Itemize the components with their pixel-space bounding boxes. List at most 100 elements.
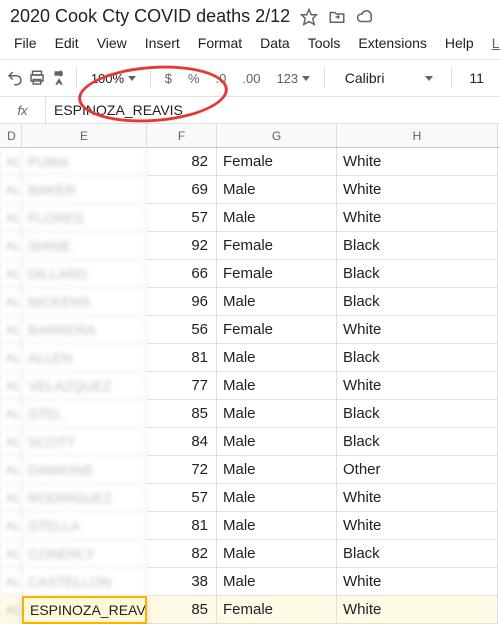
font-select[interactable]: Calibri bbox=[333, 66, 443, 90]
formula-input[interactable] bbox=[46, 102, 500, 118]
table-row[interactable]: ALCONERLY82MaleBlack bbox=[0, 540, 500, 568]
cell-col-e[interactable]: CONERLY bbox=[22, 540, 147, 568]
table-row[interactable]: ALSTEL85MaleBlack bbox=[0, 400, 500, 428]
cell-col-h[interactable]: White bbox=[337, 176, 498, 204]
col-header-H[interactable]: H bbox=[337, 124, 498, 147]
doc-title[interactable]: 2020 Cook Cty COVID deaths 2/12 bbox=[10, 6, 290, 27]
cell-col-g[interactable]: Male bbox=[217, 400, 337, 428]
cell-col-e[interactable]: DAWKINS bbox=[22, 456, 147, 484]
cell-col-d[interactable]: AL bbox=[2, 568, 22, 596]
more-formats[interactable]: 123 bbox=[270, 66, 316, 90]
cell-col-h[interactable]: White bbox=[337, 204, 498, 232]
cell-col-h[interactable]: White bbox=[337, 484, 498, 512]
table-row[interactable]: ALBAKER69MaleWhite bbox=[0, 176, 500, 204]
cell-col-d[interactable]: AL bbox=[2, 260, 22, 288]
table-row[interactable]: ALDAWKINS72MaleOther bbox=[0, 456, 500, 484]
undo-icon[interactable] bbox=[6, 64, 24, 92]
cell-col-e[interactable]: SHINE bbox=[22, 232, 147, 260]
cloud-icon[interactable] bbox=[356, 8, 374, 26]
cell-col-f[interactable]: 81 bbox=[147, 344, 217, 372]
cell-col-d[interactable]: AL bbox=[2, 316, 22, 344]
table-row[interactable]: ALCASTELLON38MaleWhite bbox=[0, 568, 500, 596]
cell-col-e[interactable]: SCOTT bbox=[22, 428, 147, 456]
cell-col-g[interactable]: Male bbox=[217, 204, 337, 232]
cell-col-g[interactable]: Male bbox=[217, 540, 337, 568]
cell-col-f[interactable]: 82 bbox=[147, 540, 217, 568]
cell-col-f[interactable]: 77 bbox=[147, 372, 217, 400]
cell-col-g[interactable]: Male bbox=[217, 176, 337, 204]
cell-col-g[interactable]: Male bbox=[217, 372, 337, 400]
fx-toggle-icon[interactable]: fx bbox=[0, 97, 46, 123]
cell-col-f[interactable]: 96 bbox=[147, 288, 217, 316]
cell-col-f[interactable]: 82 bbox=[147, 148, 217, 176]
cell-col-d[interactable]: AL bbox=[2, 428, 22, 456]
paint-format-icon[interactable] bbox=[50, 64, 68, 92]
cell-col-h[interactable]: White bbox=[337, 372, 498, 400]
cell-col-e[interactable]: FLORES bbox=[22, 204, 147, 232]
menu-data[interactable]: Data bbox=[252, 31, 298, 55]
cell-col-g[interactable]: Male bbox=[217, 428, 337, 456]
table-row[interactable]: ALBARRERA56FemaleWhite bbox=[0, 316, 500, 344]
table-row[interactable]: ALVELAZQUEZ77MaleWhite bbox=[0, 372, 500, 400]
menu-last-edit[interactable]: Las bbox=[484, 31, 500, 55]
cell-col-g[interactable]: Male bbox=[217, 344, 337, 372]
cell-col-d[interactable]: AL bbox=[2, 288, 22, 316]
menu-view[interactable]: View bbox=[89, 31, 135, 55]
cell-col-g[interactable]: Female bbox=[217, 316, 337, 344]
zoom-select[interactable]: 100% bbox=[85, 66, 142, 90]
cell-col-f[interactable]: 72 bbox=[147, 456, 217, 484]
cell-col-h[interactable]: Black bbox=[337, 400, 498, 428]
cell-col-d[interactable]: AL bbox=[2, 372, 22, 400]
move-folder-icon[interactable] bbox=[328, 8, 346, 26]
cell-col-f[interactable]: 69 bbox=[147, 176, 217, 204]
cell-col-f[interactable]: 66 bbox=[147, 260, 217, 288]
table-row[interactable]: ALESPINOZA_REAV85FemaleWhite bbox=[0, 596, 500, 624]
decrease-decimal[interactable]: .0 bbox=[210, 71, 233, 86]
cell-col-h[interactable]: Black bbox=[337, 540, 498, 568]
cell-col-h[interactable]: Black bbox=[337, 428, 498, 456]
cell-col-g[interactable]: Female bbox=[217, 260, 337, 288]
font-size[interactable]: 11 bbox=[459, 70, 494, 86]
cell-col-d[interactable]: AL bbox=[2, 344, 22, 372]
cell-col-f[interactable]: 85 bbox=[147, 596, 217, 624]
cell-col-h[interactable]: White bbox=[337, 148, 498, 176]
cell-col-d[interactable]: AL bbox=[2, 176, 22, 204]
cell-col-e[interactable]: CASTELLON bbox=[22, 568, 147, 596]
cell-col-d[interactable]: AL bbox=[2, 596, 22, 624]
table-row[interactable]: ALSHINE92FemaleBlack bbox=[0, 232, 500, 260]
cell-col-f[interactable]: 38 bbox=[147, 568, 217, 596]
spreadsheet-grid[interactable]: ALPUMA82FemaleWhiteALBAKER69MaleWhiteALF… bbox=[0, 148, 500, 624]
cell-col-h[interactable]: Other bbox=[337, 456, 498, 484]
col-header-D[interactable]: D bbox=[2, 124, 22, 147]
cell-col-g[interactable]: Male bbox=[217, 568, 337, 596]
menu-insert[interactable]: Insert bbox=[137, 31, 188, 55]
cell-col-f[interactable]: 56 bbox=[147, 316, 217, 344]
table-row[interactable]: ALSCOTT84MaleBlack bbox=[0, 428, 500, 456]
format-currency[interactable]: $ bbox=[159, 71, 178, 86]
cell-col-e[interactable]: PUMA bbox=[22, 148, 147, 176]
cell-col-d[interactable]: AL bbox=[2, 232, 22, 260]
col-header-G[interactable]: G bbox=[217, 124, 337, 147]
table-row[interactable]: ALSTELLA81MaleWhite bbox=[0, 512, 500, 540]
cell-col-g[interactable]: Male bbox=[217, 288, 337, 316]
menu-edit[interactable]: Edit bbox=[47, 31, 87, 55]
cell-col-d[interactable]: AL bbox=[2, 400, 22, 428]
cell-col-e[interactable]: DILLARD bbox=[22, 260, 147, 288]
cell-col-g[interactable]: Male bbox=[217, 484, 337, 512]
cell-col-g[interactable]: Female bbox=[217, 148, 337, 176]
table-row[interactable]: ALALLEN81MaleBlack bbox=[0, 344, 500, 372]
col-header-E[interactable]: E bbox=[22, 124, 147, 147]
table-row[interactable]: ALRODRIGUEZ57MaleWhite bbox=[0, 484, 500, 512]
cell-col-f[interactable]: 92 bbox=[147, 232, 217, 260]
cell-col-d[interactable]: AL bbox=[2, 204, 22, 232]
cell-col-g[interactable]: Female bbox=[217, 596, 337, 624]
print-icon[interactable] bbox=[28, 64, 46, 92]
star-icon[interactable] bbox=[300, 8, 318, 26]
cell-col-d[interactable]: AL bbox=[2, 484, 22, 512]
cell-col-e[interactable]: BARRERA bbox=[22, 316, 147, 344]
cell-col-h[interactable]: White bbox=[337, 568, 498, 596]
cell-col-f[interactable]: 57 bbox=[147, 484, 217, 512]
cell-col-d[interactable]: AL bbox=[2, 456, 22, 484]
cell-col-e[interactable]: VELAZQUEZ bbox=[22, 372, 147, 400]
table-row[interactable]: ALNICKENS96MaleBlack bbox=[0, 288, 500, 316]
